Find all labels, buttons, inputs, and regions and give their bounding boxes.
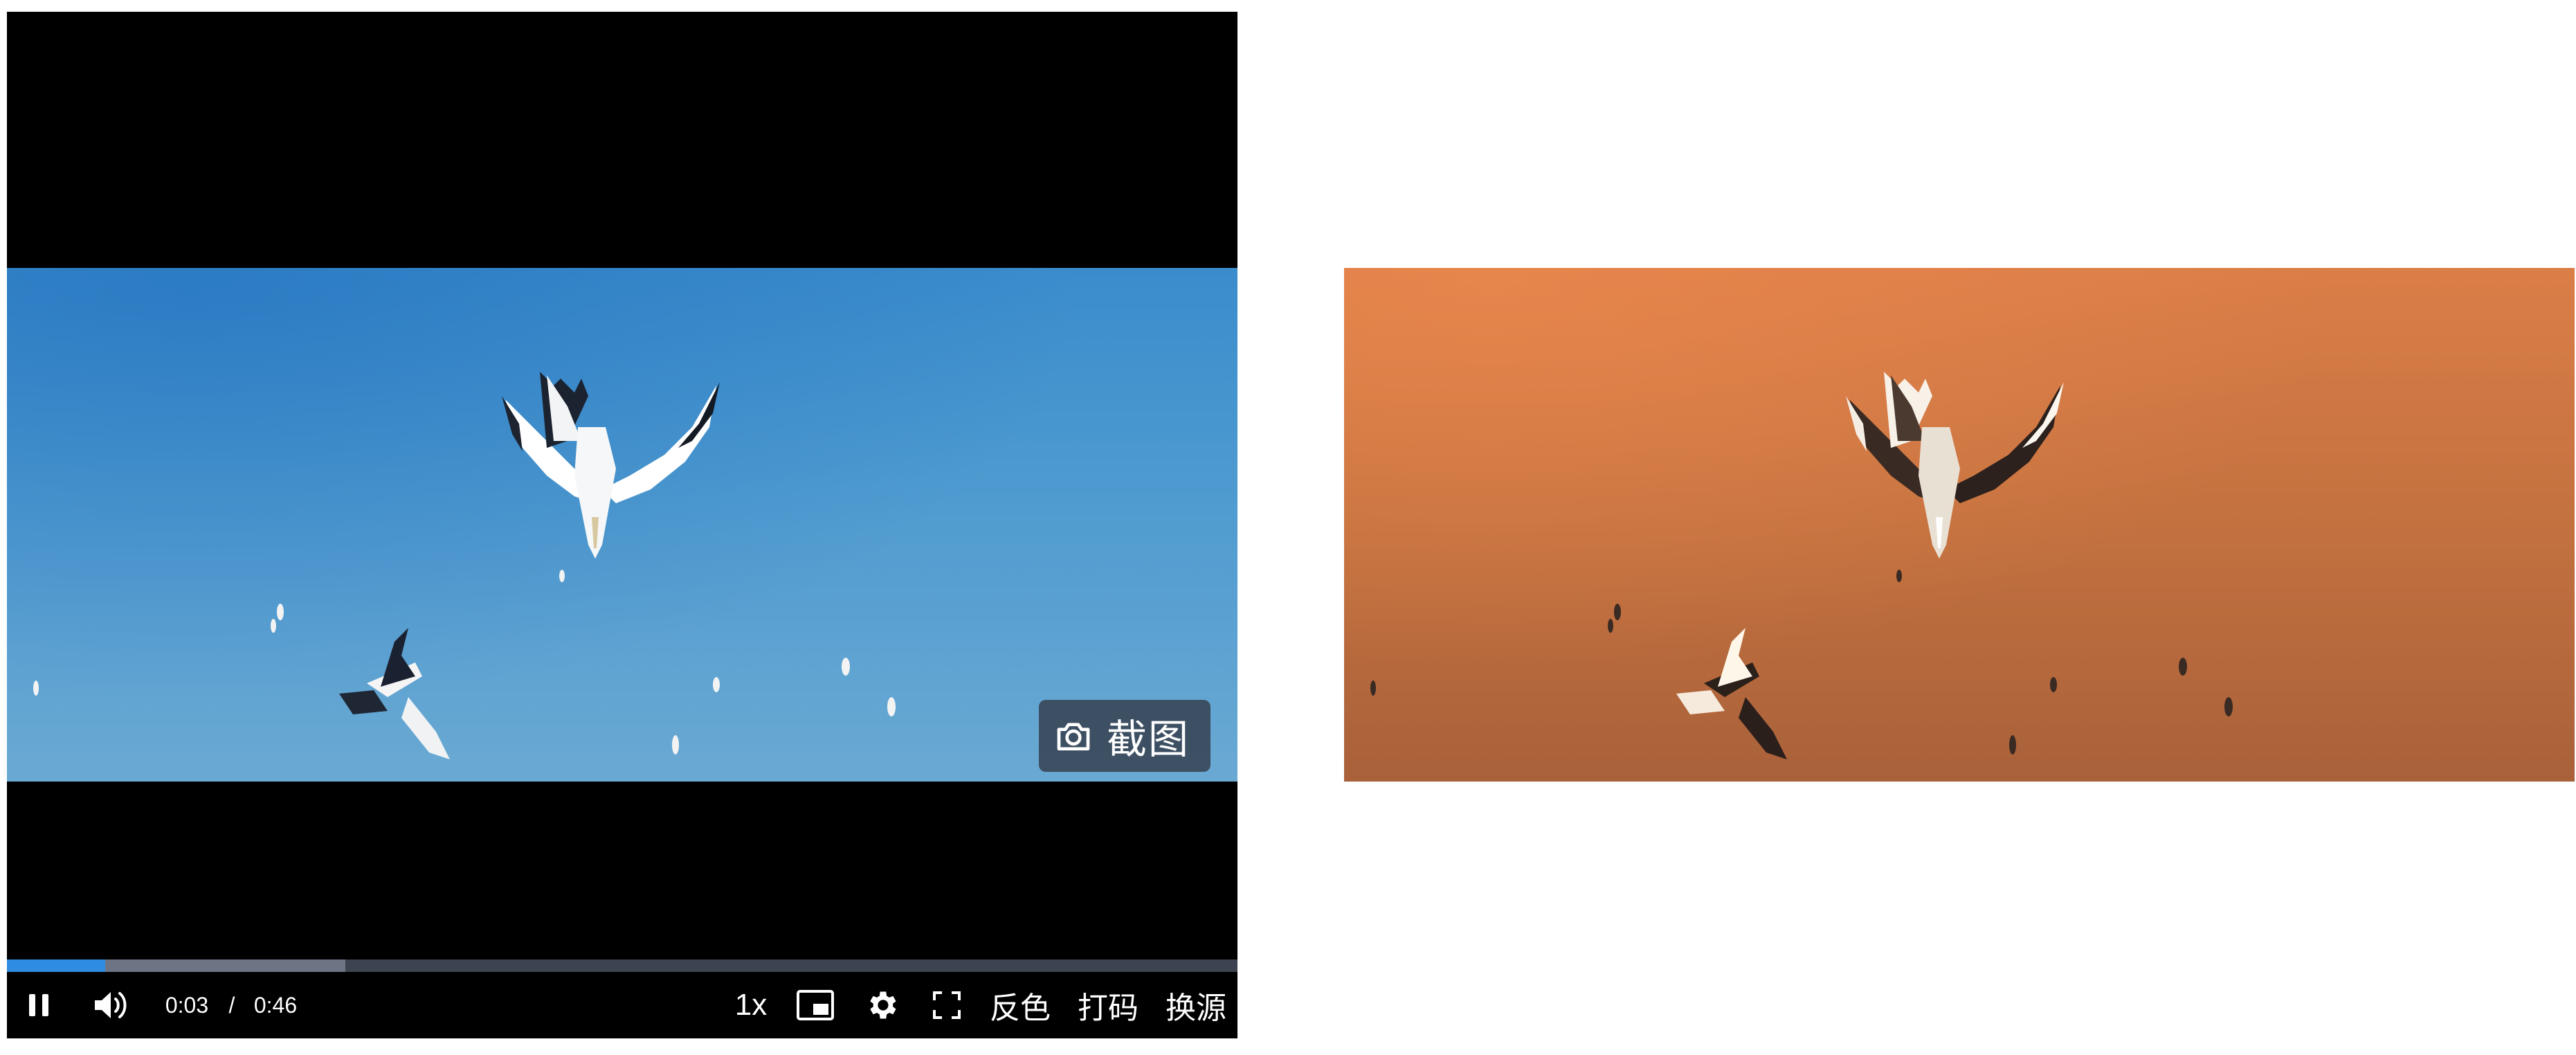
progress-played — [7, 959, 106, 972]
camera-icon — [1057, 723, 1090, 750]
mosaic-button[interactable]: 打码 — [1073, 972, 1143, 1038]
video-player[interactable]: 截图 录像 0:03 — [7, 12, 1237, 1038]
video-frame[interactable]: 截图 录像 — [7, 268, 1237, 782]
screenshot-label: 截图 — [1107, 716, 1190, 763]
fullscreen-button[interactable] — [927, 972, 966, 1038]
settings-button[interactable] — [861, 972, 902, 1038]
picture-in-picture-icon — [797, 990, 834, 1020]
current-time: 0:03 — [165, 992, 209, 1018]
invert-color-button[interactable]: 反色 — [986, 972, 1055, 1038]
playback-rate-button[interactable]: 1x — [727, 972, 775, 1038]
screenshot-button[interactable]: 截图 — [1039, 700, 1210, 772]
lower-bird-inverted — [1676, 628, 1787, 759]
pause-icon — [29, 994, 48, 1016]
gear-icon — [870, 991, 896, 1019]
progress-bar[interactable] — [7, 959, 1237, 972]
volume-button[interactable] — [87, 972, 136, 1038]
volume-icon — [95, 992, 127, 1018]
lower-bird — [339, 628, 450, 759]
switch-source-button[interactable]: 换源 — [1161, 972, 1231, 1038]
distant-birds — [33, 570, 896, 755]
fullscreen-icon — [933, 991, 961, 1019]
main-bird-inverted — [1846, 372, 2064, 559]
control-bar: 0:03 / 0:46 1x 反色 打码 换源 — [7, 972, 1237, 1038]
time-separator: / — [228, 992, 235, 1018]
main-bird — [502, 372, 720, 559]
play-pause-button[interactable] — [19, 972, 60, 1038]
inverted-preview — [1344, 268, 2575, 782]
pip-button[interactable] — [793, 972, 837, 1038]
distant-birds-inverted — [1370, 570, 2233, 755]
duration: 0:46 — [253, 992, 298, 1018]
inverted-scene — [1370, 372, 2233, 759]
